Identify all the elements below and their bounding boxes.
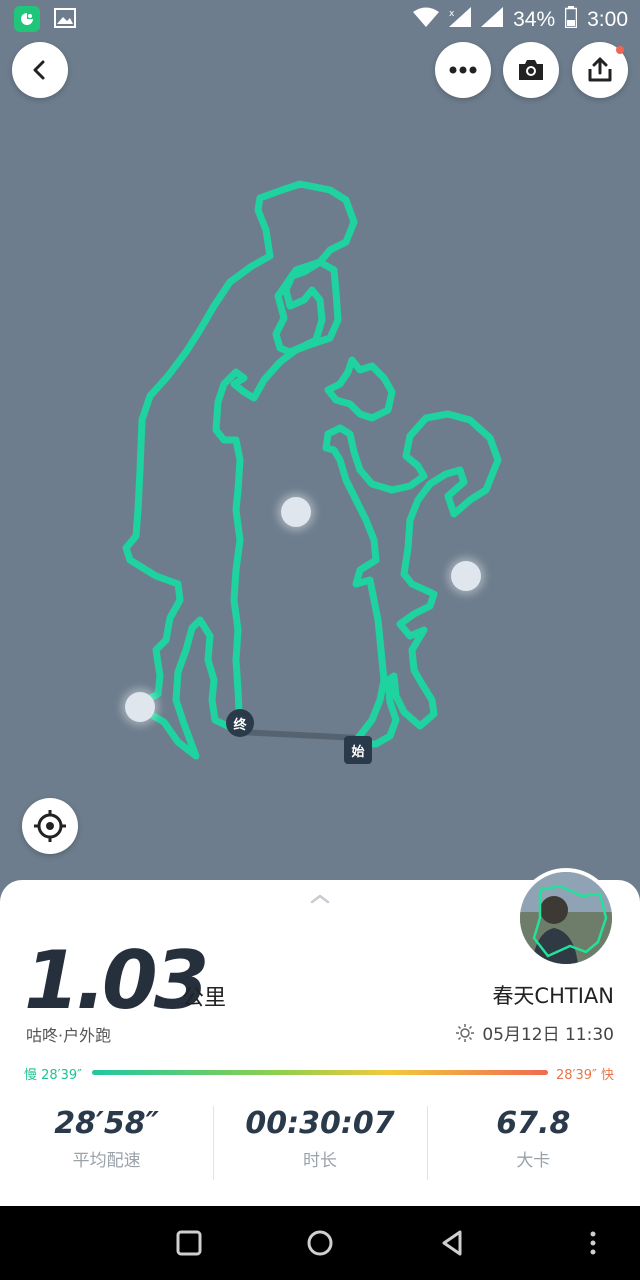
route-path-crown [324, 356, 396, 422]
distance-value: 1.03 [24, 934, 209, 1027]
more-button[interactable] [435, 42, 491, 98]
summary-panel[interactable]: 1.03 公里 春天CHTIAN 咕咚·户外跑 05月12日 11:30 慢 2… [0, 868, 640, 1206]
stat-duration: 00:30:07 时长 [213, 1104, 426, 1182]
distance-unit: 公里 [182, 986, 227, 1011]
locate-crosshair-icon [34, 810, 66, 842]
pace-gradient-bar [92, 1070, 548, 1075]
chevron-left-icon [33, 60, 45, 80]
date-time-text: 05月12日 11:30 [482, 1025, 614, 1045]
battery-icon [564, 6, 578, 33]
start-label: 始 [344, 736, 372, 764]
svg-text:x: x [449, 9, 455, 19]
wifi-icon [413, 7, 440, 32]
pace-slow-label: 慢 28′39″ [24, 1068, 83, 1083]
start-end-line [237, 729, 361, 741]
stat-value: 28′58″ [54, 1106, 160, 1141]
clock: 3:00 [587, 7, 628, 31]
km-marker[interactable] [451, 561, 481, 591]
end-label: 终 [226, 709, 254, 737]
more-dots-icon [449, 66, 477, 74]
back-triangle-icon[interactable] [438, 1228, 468, 1258]
sport-type: 咕咚·户外跑 [26, 1026, 112, 1045]
stat-label: 大卡 [516, 1151, 551, 1171]
home-icon[interactable] [305, 1228, 335, 1258]
chevron-up-icon[interactable] [308, 892, 332, 904]
stat-label: 时长 [302, 1151, 337, 1171]
route-map[interactable]: 终 始 [0, 0, 640, 900]
km-marker[interactable] [125, 692, 155, 722]
sun-icon [456, 1023, 475, 1042]
camera-button[interactable] [503, 42, 559, 98]
stat-calories: 67.8 大卡 [426, 1104, 640, 1182]
avatar[interactable] [516, 868, 616, 968]
app-notification-icon [14, 6, 40, 32]
status-bar: x 34% 3:00 [0, 0, 640, 38]
user-name[interactable]: 春天CHTIAN [492, 980, 614, 1010]
stat-value: 00:30:07 [245, 1106, 395, 1141]
km-marker[interactable] [281, 497, 311, 527]
stats-row: 28′58″ 平均配速 00:30:07 时长 67.8 大卡 [0, 1104, 640, 1182]
signal-icon: x [449, 7, 472, 32]
image-icon [54, 8, 76, 28]
locate-button[interactable] [22, 798, 78, 854]
menu-dots-icon[interactable] [578, 1228, 608, 1258]
notification-dot [616, 46, 624, 54]
recent-apps-icon[interactable] [174, 1228, 204, 1258]
route-path-layer [122, 180, 502, 760]
stat-avg-pace: 28′58″ 平均配速 [0, 1104, 213, 1182]
camera-icon [519, 60, 543, 80]
share-icon [588, 57, 612, 82]
battery-percent: 34% [513, 7, 556, 31]
stat-label: 平均配速 [72, 1151, 141, 1171]
pace-fast-label: 28′39″ 快 [555, 1068, 614, 1083]
stat-value: 67.8 [496, 1106, 571, 1141]
back-button[interactable] [12, 42, 68, 98]
route-path [122, 180, 358, 760]
date-time: 05月12日 11:30 [456, 1020, 614, 1045]
share-button[interactable] [572, 42, 628, 98]
navigation-bar [0, 1206, 640, 1280]
signal-icon [481, 7, 504, 32]
